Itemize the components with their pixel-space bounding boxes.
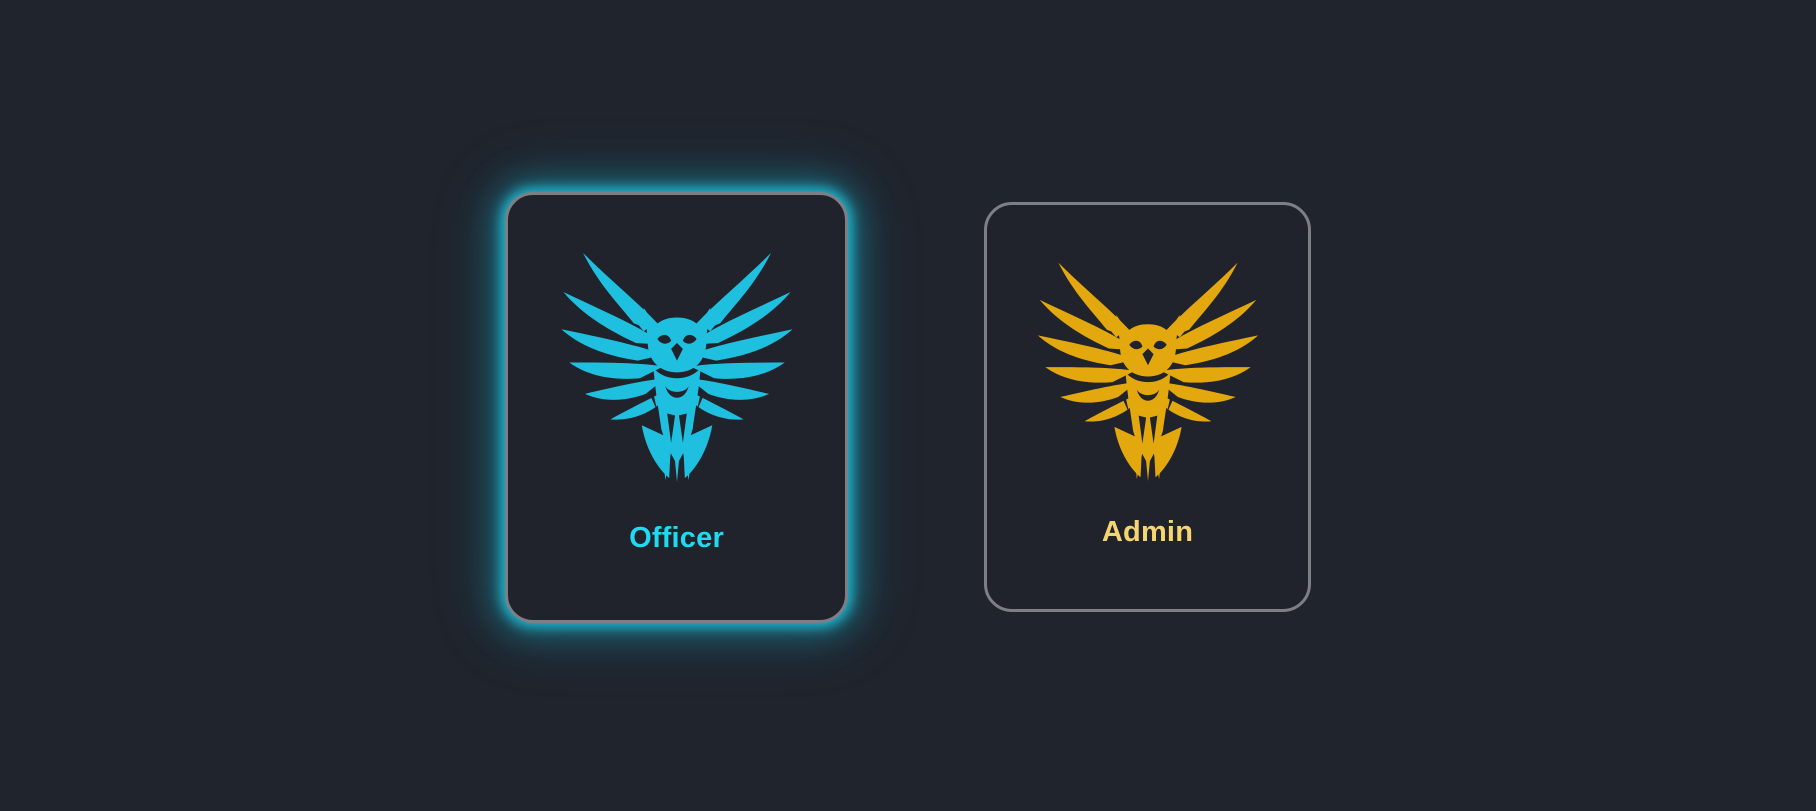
officer-role-label: Officer <box>629 522 724 554</box>
admin-role-label: Admin <box>1101 516 1194 548</box>
role-selection-screen: Officer Admin <box>0 0 1816 811</box>
owl-emblem-icon <box>557 247 797 482</box>
admin-role-card[interactable]: Admin <box>984 202 1311 612</box>
officer-owl-graphic <box>560 252 793 482</box>
owl-emblem-icon <box>1033 257 1263 481</box>
admin-owl-graphic <box>1037 262 1258 481</box>
officer-role-card[interactable]: Officer <box>505 192 848 623</box>
